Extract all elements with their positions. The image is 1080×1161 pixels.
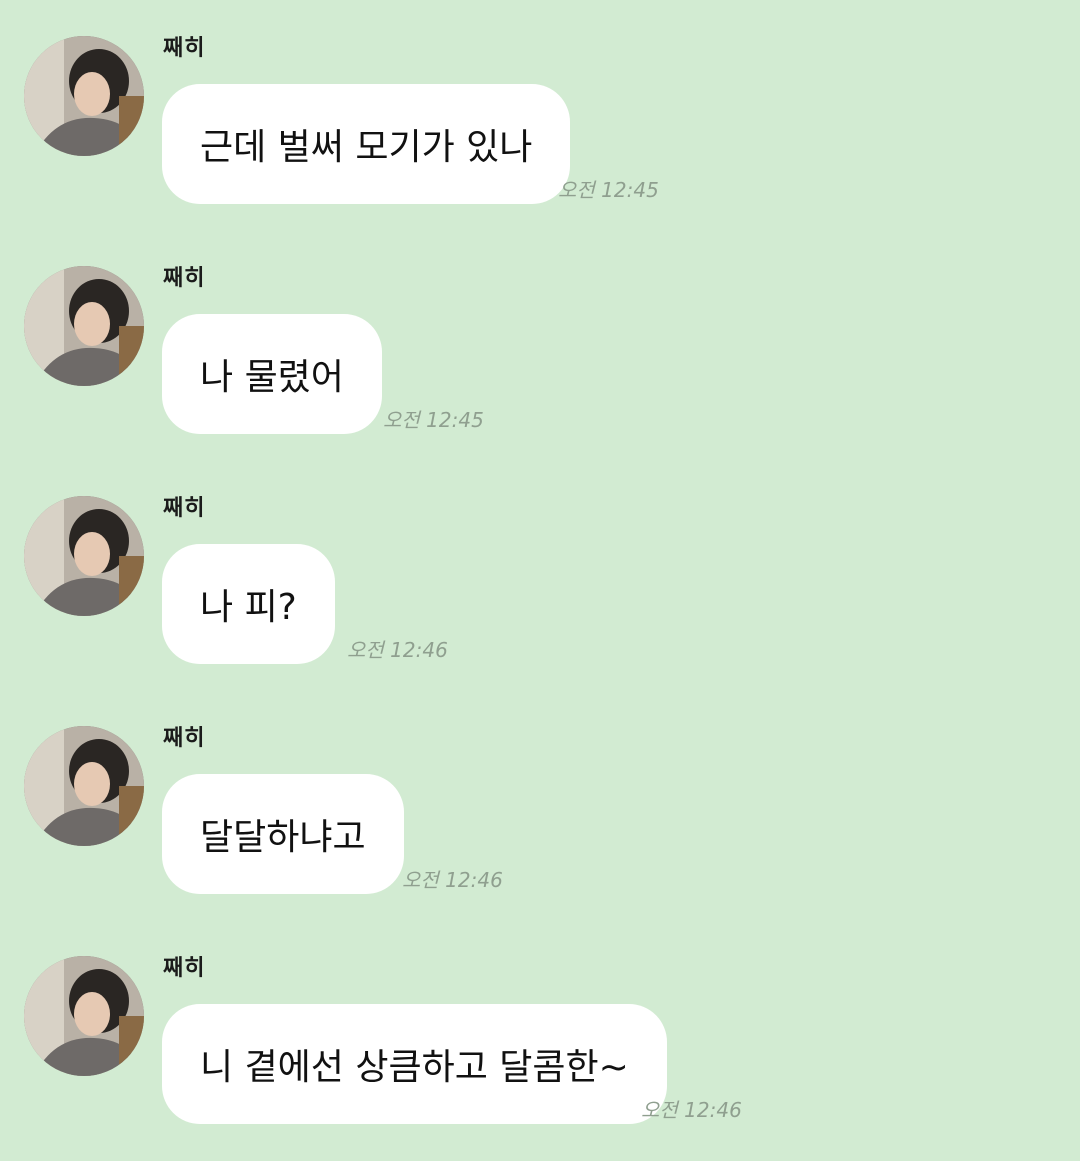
sender-name: 째히 (163, 956, 206, 981)
message-bubble[interactable]: 근데 벌써 모기가 있나 (162, 84, 571, 204)
profile-photo-icon (24, 36, 144, 156)
profile-photo-icon (24, 956, 144, 1076)
message-bubble[interactable]: 달달하냐고 (162, 774, 404, 894)
sender-name: 째히 (163, 726, 206, 751)
avatar[interactable] (24, 36, 144, 156)
sender-name: 째히 (163, 36, 206, 61)
message-timestamp: 오전 12:46 (402, 868, 503, 892)
message-bubble[interactable]: 나 피? (162, 544, 335, 664)
chat-message: 째히 나 피? 오전 12:46 (0, 460, 1080, 664)
chat-message-list[interactable]: 째히 근데 벌써 모기가 있나 오전 12:45 째히 나 물렸어 오전 12:… (0, 0, 1080, 1161)
avatar[interactable] (24, 956, 144, 1076)
chat-message: 째히 달달하냐고 오전 12:46 (0, 690, 1080, 894)
avatar[interactable] (24, 266, 144, 386)
profile-photo-icon (24, 726, 144, 846)
message-timestamp: 오전 12:45 (383, 408, 484, 432)
avatar[interactable] (24, 496, 144, 616)
message-bubble[interactable]: 나 물렸어 (162, 314, 382, 434)
chat-message: 째히 나 물렸어 오전 12:45 (0, 230, 1080, 434)
avatar[interactable] (24, 726, 144, 846)
sender-name: 째히 (163, 266, 206, 291)
chat-message: 째히 니 곁에선 상큼하고 달콤한~ 오전 12:46 (0, 920, 1080, 1124)
message-timestamp: 오전 12:45 (558, 178, 659, 202)
profile-photo-icon (24, 496, 144, 616)
chat-message: 째히 근데 벌써 모기가 있나 오전 12:45 (0, 0, 1080, 204)
sender-name: 째히 (163, 496, 206, 521)
message-timestamp: 오전 12:46 (347, 638, 448, 662)
message-bubble[interactable]: 니 곁에선 상큼하고 달콤한~ (162, 1004, 667, 1124)
message-timestamp: 오전 12:46 (641, 1098, 742, 1122)
profile-photo-icon (24, 266, 144, 386)
